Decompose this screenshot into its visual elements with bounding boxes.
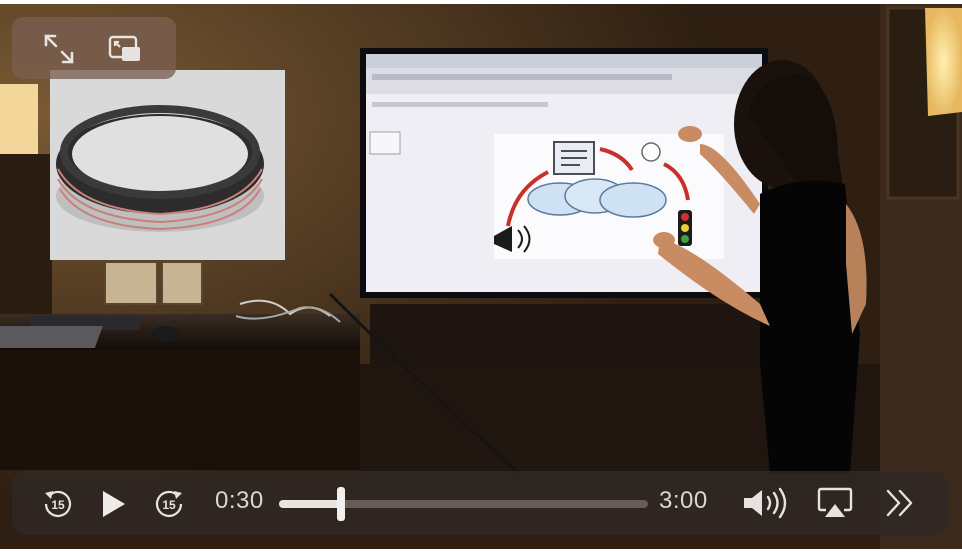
airplay-icon <box>817 487 853 517</box>
progress-slider[interactable] <box>279 487 648 521</box>
skip-back-button[interactable]: 15 <box>41 487 75 521</box>
skip-forward-15-icon: 15 <box>155 490 183 517</box>
progress-handle[interactable] <box>337 487 345 521</box>
current-time: 0:30 <box>215 487 264 514</box>
volume-button[interactable] <box>741 485 791 521</box>
pip-icon <box>108 35 140 61</box>
skip-back-15-icon: 15 <box>44 490 72 517</box>
volume-icon <box>744 487 787 519</box>
progress-fill <box>279 500 341 508</box>
chevron-double-right-icon <box>886 489 913 517</box>
more-options-button[interactable] <box>884 488 916 518</box>
fullscreen-button[interactable] <box>41 31 77 67</box>
window-controls <box>12 17 176 79</box>
skip-forward-label: 15 <box>162 498 176 512</box>
fullscreen-icon <box>44 34 74 64</box>
airplay-button[interactable] <box>817 486 853 520</box>
play-icon <box>103 491 125 517</box>
duration-time: 3:00 <box>659 487 708 514</box>
play-button[interactable] <box>99 488 129 520</box>
skip-back-label: 15 <box>51 498 65 512</box>
video-frame <box>0 4 962 549</box>
picture-in-picture-button[interactable] <box>107 31 143 67</box>
skip-forward-button[interactable]: 15 <box>152 487 186 521</box>
playback-controls: 15 15 0:30 3:00 <box>12 471 948 535</box>
video-player[interactable]: 15 15 0:30 3:00 <box>0 4 962 549</box>
